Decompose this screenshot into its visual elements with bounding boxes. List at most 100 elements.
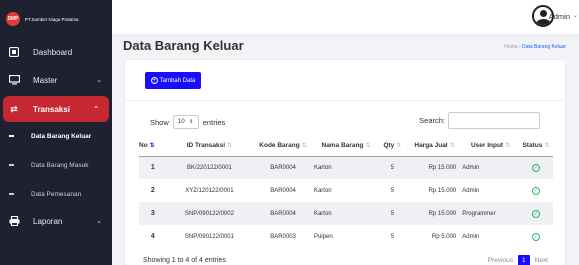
cell-harga: Rp 15.000 <box>406 202 463 225</box>
sidebar-subitem-barang-masuk[interactable]: Data Barang Masuk <box>0 154 112 176</box>
cell-qty: 5 <box>390 233 395 240</box>
cell-status: ✓ <box>518 156 553 179</box>
cell-id: XYZ/120122/0001 <box>185 187 234 194</box>
breadcrumb-current: Data Barang Keluar <box>522 44 566 50</box>
check-circle-icon: ✓ <box>531 209 540 218</box>
sidebar-item-transaksi[interactable]: ⇄ Transaksi ⌃ <box>3 96 109 122</box>
entries-value: 10 <box>178 119 185 125</box>
sort-icon: ⇅ <box>396 143 402 150</box>
dash-icon <box>9 164 14 166</box>
sidebar-item-label: Dashboard <box>33 47 73 57</box>
entries-label: entries <box>202 117 226 127</box>
col-header-harga[interactable]: Harga Jual ⇅ <box>406 136 463 157</box>
table-row: 1 BK/220122/0001 BAR0004 Karton 5 Rp 15.… <box>139 156 553 179</box>
table-row: 4 SNP/090122/0001 BAR0003 Pulpen 5 Rp 5.… <box>139 225 553 248</box>
sort-icon: ⇅ <box>149 143 155 150</box>
check-circle-icon: ✓ <box>531 186 540 195</box>
monitor-icon <box>8 74 20 86</box>
entries-select[interactable]: 10 ⇕ <box>172 115 199 129</box>
printer-icon <box>8 215 20 227</box>
table-header-row: No ⇅ ID Transaksi ⇅ Kode Barang ⇅ Nama Bara… <box>139 136 553 157</box>
brand-logo: SMP <box>6 12 20 26</box>
cell-qty: 5 <box>390 187 395 194</box>
col-header-status[interactable]: Status ⇅ <box>518 136 553 157</box>
sidebar-subitem-pemesanan[interactable]: Data Pemesanan <box>0 183 112 205</box>
cell-harga: Rp 5.000 <box>431 233 457 240</box>
breadcrumb: Home › Data Barang Keluar <box>504 44 566 50</box>
brand-name: PT.Sumber Niaga Pratama <box>25 16 79 22</box>
sidebar: SMP PT.Sumber Niaga Pratama Dashboard Ma… <box>0 0 112 265</box>
add-data-label: Tambah Data <box>159 77 196 84</box>
data-card: + Tambah Data Show 10 ⇕ entries Search: … <box>125 60 565 265</box>
data-table: No ⇅ ID Transaksi ⇅ Kode Barang ⇅ Nama Bara… <box>139 136 553 248</box>
cell-user: Admin <box>462 233 480 240</box>
sidebar-subitem-label: Data Barang Keluar <box>31 132 92 140</box>
add-data-button[interactable]: + Tambah Data <box>145 72 201 89</box>
cell-kode: BAR0004 <box>270 187 296 194</box>
cell-kode: BAR0004 <box>252 156 314 179</box>
sidebar-subitem-barang-keluar[interactable]: Data Barang Keluar <box>0 125 112 147</box>
divider <box>125 100 565 101</box>
topbar: Admin ⌄ <box>112 0 579 35</box>
cell-qty: 5 <box>377 156 407 179</box>
cell-status: ✓ <box>519 225 553 248</box>
plus-circle-icon: + <box>150 77 158 84</box>
pagination: Previous 1 Next <box>485 255 551 265</box>
exchange-icon: ⇄ <box>10 103 18 114</box>
cell-user: Programmer <box>462 202 519 225</box>
cell-user: Admin <box>462 156 519 179</box>
sidebar-item-laporan[interactable]: Laporan ⌄ <box>0 207 112 235</box>
cell-no: 1 <box>139 156 167 179</box>
cell-qty: 5 <box>377 202 407 225</box>
page-title: Data Barang Keluar <box>123 38 244 53</box>
dash-icon <box>9 193 14 195</box>
cell-no: 4 <box>150 233 155 240</box>
cell-id: SNP/090122/0002 <box>166 202 253 225</box>
check-circle-icon: ✓ <box>531 232 540 241</box>
cell-status: ✓ <box>518 202 553 225</box>
user-menu-label[interactable]: Admin <box>549 12 570 21</box>
table-row: 3 SNP/090122/0002 BAR0004 Karton 5 Rp 15… <box>139 202 553 225</box>
cell-harga: Rp 15.000 <box>428 187 457 194</box>
previous-button[interactable]: Previous <box>485 255 516 265</box>
breadcrumb-home[interactable]: Home <box>504 44 517 50</box>
col-header-id[interactable]: ID Transaksi ⇅ <box>166 136 253 157</box>
cell-nama: Karton <box>313 156 378 179</box>
updown-icon: ⇕ <box>189 119 194 125</box>
sidebar-item-master[interactable]: Master ⌄ <box>0 66 112 94</box>
cell-kode: BAR0003 <box>270 233 296 240</box>
sidebar-item-dashboard[interactable]: Dashboard <box>0 38 112 66</box>
show-label: Show <box>150 117 169 127</box>
sort-icon: ⇅ <box>505 143 511 150</box>
sidebar-subitem-label: Data Barang Masuk <box>31 161 89 169</box>
sort-icon: ⇅ <box>301 143 307 150</box>
sidebar-item-label: Master <box>33 75 58 85</box>
dash-icon <box>9 135 14 137</box>
chevron-down-icon: ⌄ <box>96 77 102 84</box>
chevron-down-icon: ⌄ <box>96 218 102 225</box>
search-input[interactable] <box>448 112 540 129</box>
sort-icon: ⇅ <box>449 143 455 150</box>
chevron-down-icon[interactable]: ⌄ <box>573 12 578 19</box>
col-header-no[interactable]: No ⇅ <box>139 136 167 157</box>
table-row: 2 XYZ/120122/0001 BAR0004 Karton 5 Rp 15… <box>139 179 553 202</box>
cell-kode: BAR0004 <box>252 202 314 225</box>
cell-no: 2 <box>150 187 155 194</box>
next-button[interactable]: Next <box>532 255 551 265</box>
col-header-kode[interactable]: Kode Barang ⇅ <box>252 136 314 157</box>
col-header-qty[interactable]: Qty ⇅ <box>377 136 407 157</box>
cell-nama: Pulpen <box>313 233 333 240</box>
col-header-nama[interactable]: Nama Barang ⇅ <box>313 136 378 157</box>
col-header-user[interactable]: User Input ⇅ <box>462 136 519 157</box>
brand[interactable]: SMP PT.Sumber Niaga Pratama <box>0 0 112 38</box>
cell-no: 3 <box>139 202 167 225</box>
check-circle-icon: ✓ <box>531 163 540 172</box>
cell-user: Admin <box>462 187 480 194</box>
show-entries: Show 10 ⇕ entries <box>150 115 225 129</box>
cell-id: SNP/090122/0001 <box>184 233 234 240</box>
sort-icon: ⇅ <box>365 143 371 150</box>
cell-id: BK/220122/0001 <box>166 156 253 179</box>
search-label: Search: <box>419 116 445 125</box>
page-button-1[interactable]: 1 <box>518 255 530 265</box>
table-info: Showing 1 to 4 of 4 entries <box>143 257 226 264</box>
